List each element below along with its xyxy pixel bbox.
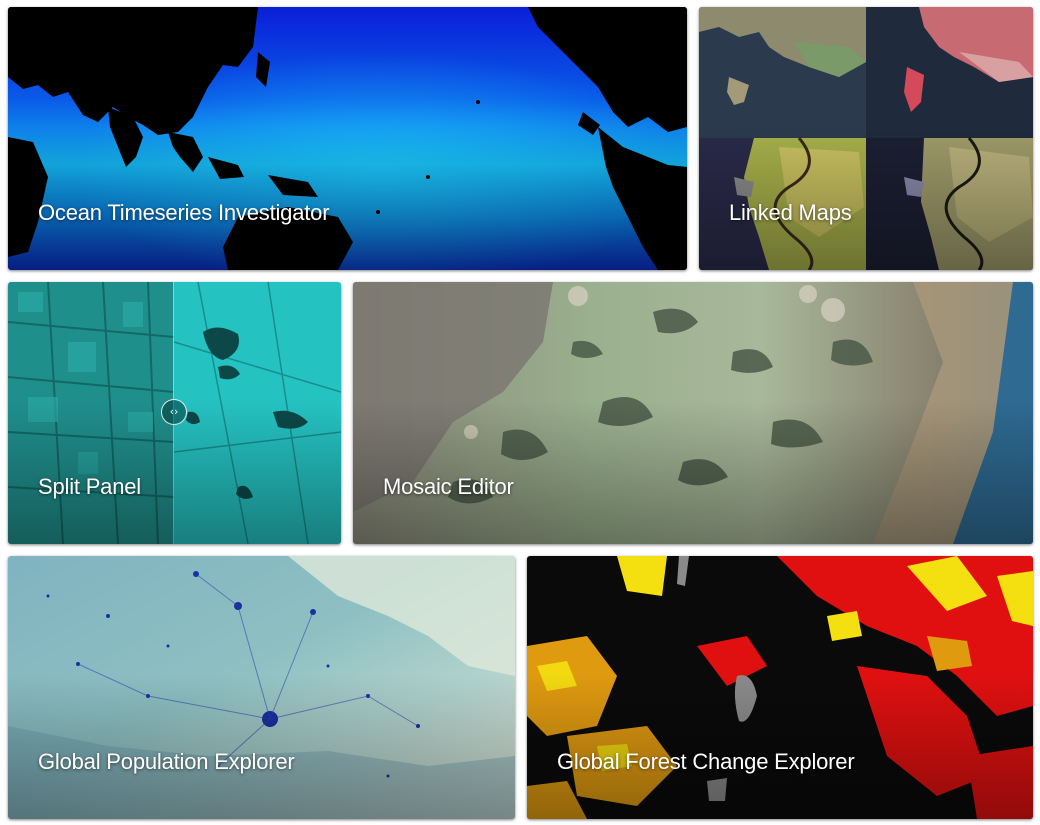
tile-ocean-timeseries-investigator[interactable]: Ocean Timeseries Investigator [8,7,687,270]
tile-global-population-explorer[interactable]: Global Population Explorer [8,556,515,819]
tile-global-forest-change-explorer[interactable]: Global Forest Change Explorer [527,556,1033,819]
tile-label: Global Population Explorer [38,749,295,774]
tile-label: Mosaic Editor [383,474,514,499]
forest-change-thumbnail-image [527,556,1033,819]
tile-linked-maps[interactable]: Linked Maps [699,7,1033,270]
tile-label: Linked Maps [729,200,852,225]
tile-label: Split Panel [38,474,141,499]
split-handle-icon[interactable]: ‹› [161,399,187,425]
tile-label: Ocean Timeseries Investigator [38,200,330,225]
tile-split-panel[interactable]: ‹› Split Panel [8,282,341,544]
tile-mosaic-editor[interactable]: Mosaic Editor [353,282,1033,544]
linked-maps-thumbnail-image [699,7,1033,270]
mosaic-editor-thumbnail-image [353,282,1033,544]
population-thumbnail-image [8,556,515,819]
ocean-thumbnail-image [8,7,687,270]
tile-label: Global Forest Change Explorer [557,749,855,774]
